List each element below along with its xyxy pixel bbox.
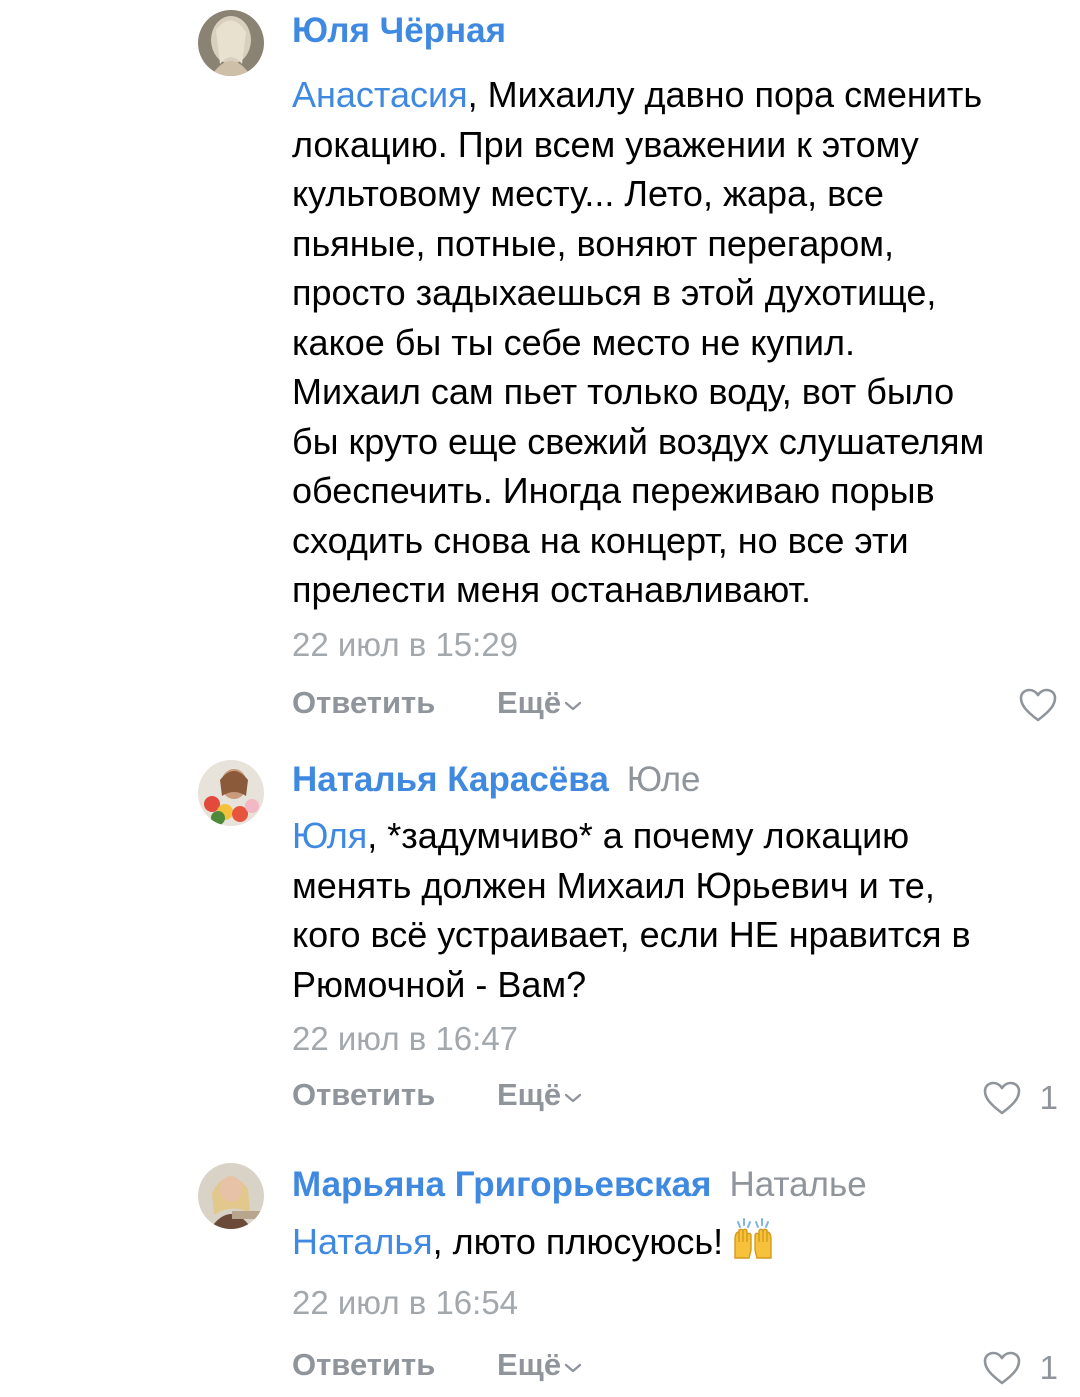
- mention-link[interactable]: Анастасия: [292, 74, 468, 115]
- comment-text: Наталья, люто плюсуюсь!: [292, 1216, 1060, 1273]
- comment-header: Наталья Карасёва Юле: [292, 757, 1060, 803]
- author-name[interactable]: Марьяна Григорьевская: [292, 1165, 711, 1204]
- chevron-down-icon: [564, 1363, 582, 1372]
- reply-to-label[interactable]: Наталье: [729, 1165, 866, 1204]
- more-label: Ещё: [497, 1346, 562, 1382]
- mention-link[interactable]: Юля: [292, 815, 367, 856]
- comment-date[interactable]: 22 июл в 15:29: [292, 623, 1060, 667]
- comment-date[interactable]: 22 июл в 16:47: [292, 1017, 1060, 1061]
- reply-button[interactable]: Ответить: [292, 685, 435, 721]
- more-label: Ещё: [497, 684, 562, 720]
- heart-icon: [1019, 688, 1057, 721]
- comment-text: Анастасия, Михаилу давно пора сменить ло…: [292, 70, 1060, 615]
- comment-body: , *задумчиво* а почему локацию менять до…: [292, 815, 971, 1005]
- avatar-image: [198, 10, 264, 76]
- comment-body: , люто плюсуюсь!: [432, 1221, 724, 1262]
- comment-actions: Ответить Ещё 1: [292, 1077, 1060, 1127]
- heart-icon: [983, 1351, 1020, 1384]
- reply-button[interactable]: Ответить: [292, 1077, 435, 1113]
- more-button[interactable]: Ещё: [497, 685, 583, 721]
- comment-text: Юля, *задумчиво* а почему локацию менять…: [292, 811, 1060, 1009]
- comment-actions: Ответить Ещё 1: [292, 1347, 1060, 1397]
- comment-date[interactable]: 22 июл в 16:54: [292, 1281, 1060, 1325]
- heart-icon: [983, 1081, 1020, 1115]
- chevron-down-icon: [564, 1093, 582, 1103]
- avatar[interactable]: [198, 1163, 264, 1229]
- avatar-image: [198, 760, 264, 826]
- like-count: 1: [1039, 1079, 1058, 1116]
- comment-header: Юля Чёрная: [292, 8, 1060, 54]
- more-button[interactable]: Ещё: [497, 1347, 583, 1383]
- like-button[interactable]: 1: [982, 1349, 1058, 1387]
- reply-button[interactable]: Ответить: [292, 1347, 435, 1383]
- comment-actions: Ответить Ещё: [292, 685, 1060, 735]
- author-name[interactable]: Наталья Карасёва: [292, 760, 609, 799]
- comment-header: Марьяна Григорьевская Наталье: [292, 1162, 1060, 1208]
- mention-link[interactable]: Наталья: [292, 1221, 433, 1262]
- chevron-down-icon: [564, 701, 582, 710]
- author-name[interactable]: Юля Чёрная: [292, 11, 506, 50]
- like-button[interactable]: 1: [982, 1079, 1058, 1117]
- more-label: Ещё: [497, 1077, 562, 1112]
- comment-body: , Михаилу давно пора сменить локацию. Пр…: [292, 74, 985, 610]
- avatar[interactable]: [198, 10, 264, 76]
- reply-to-label[interactable]: Юле: [627, 760, 701, 799]
- like-count: 1: [1039, 1348, 1058, 1386]
- like-button[interactable]: [1018, 687, 1058, 723]
- raising-hands-emoji: [729, 1216, 777, 1273]
- avatar-image: [198, 1163, 264, 1229]
- more-button[interactable]: Ещё: [497, 1077, 583, 1113]
- avatar[interactable]: [198, 760, 264, 826]
